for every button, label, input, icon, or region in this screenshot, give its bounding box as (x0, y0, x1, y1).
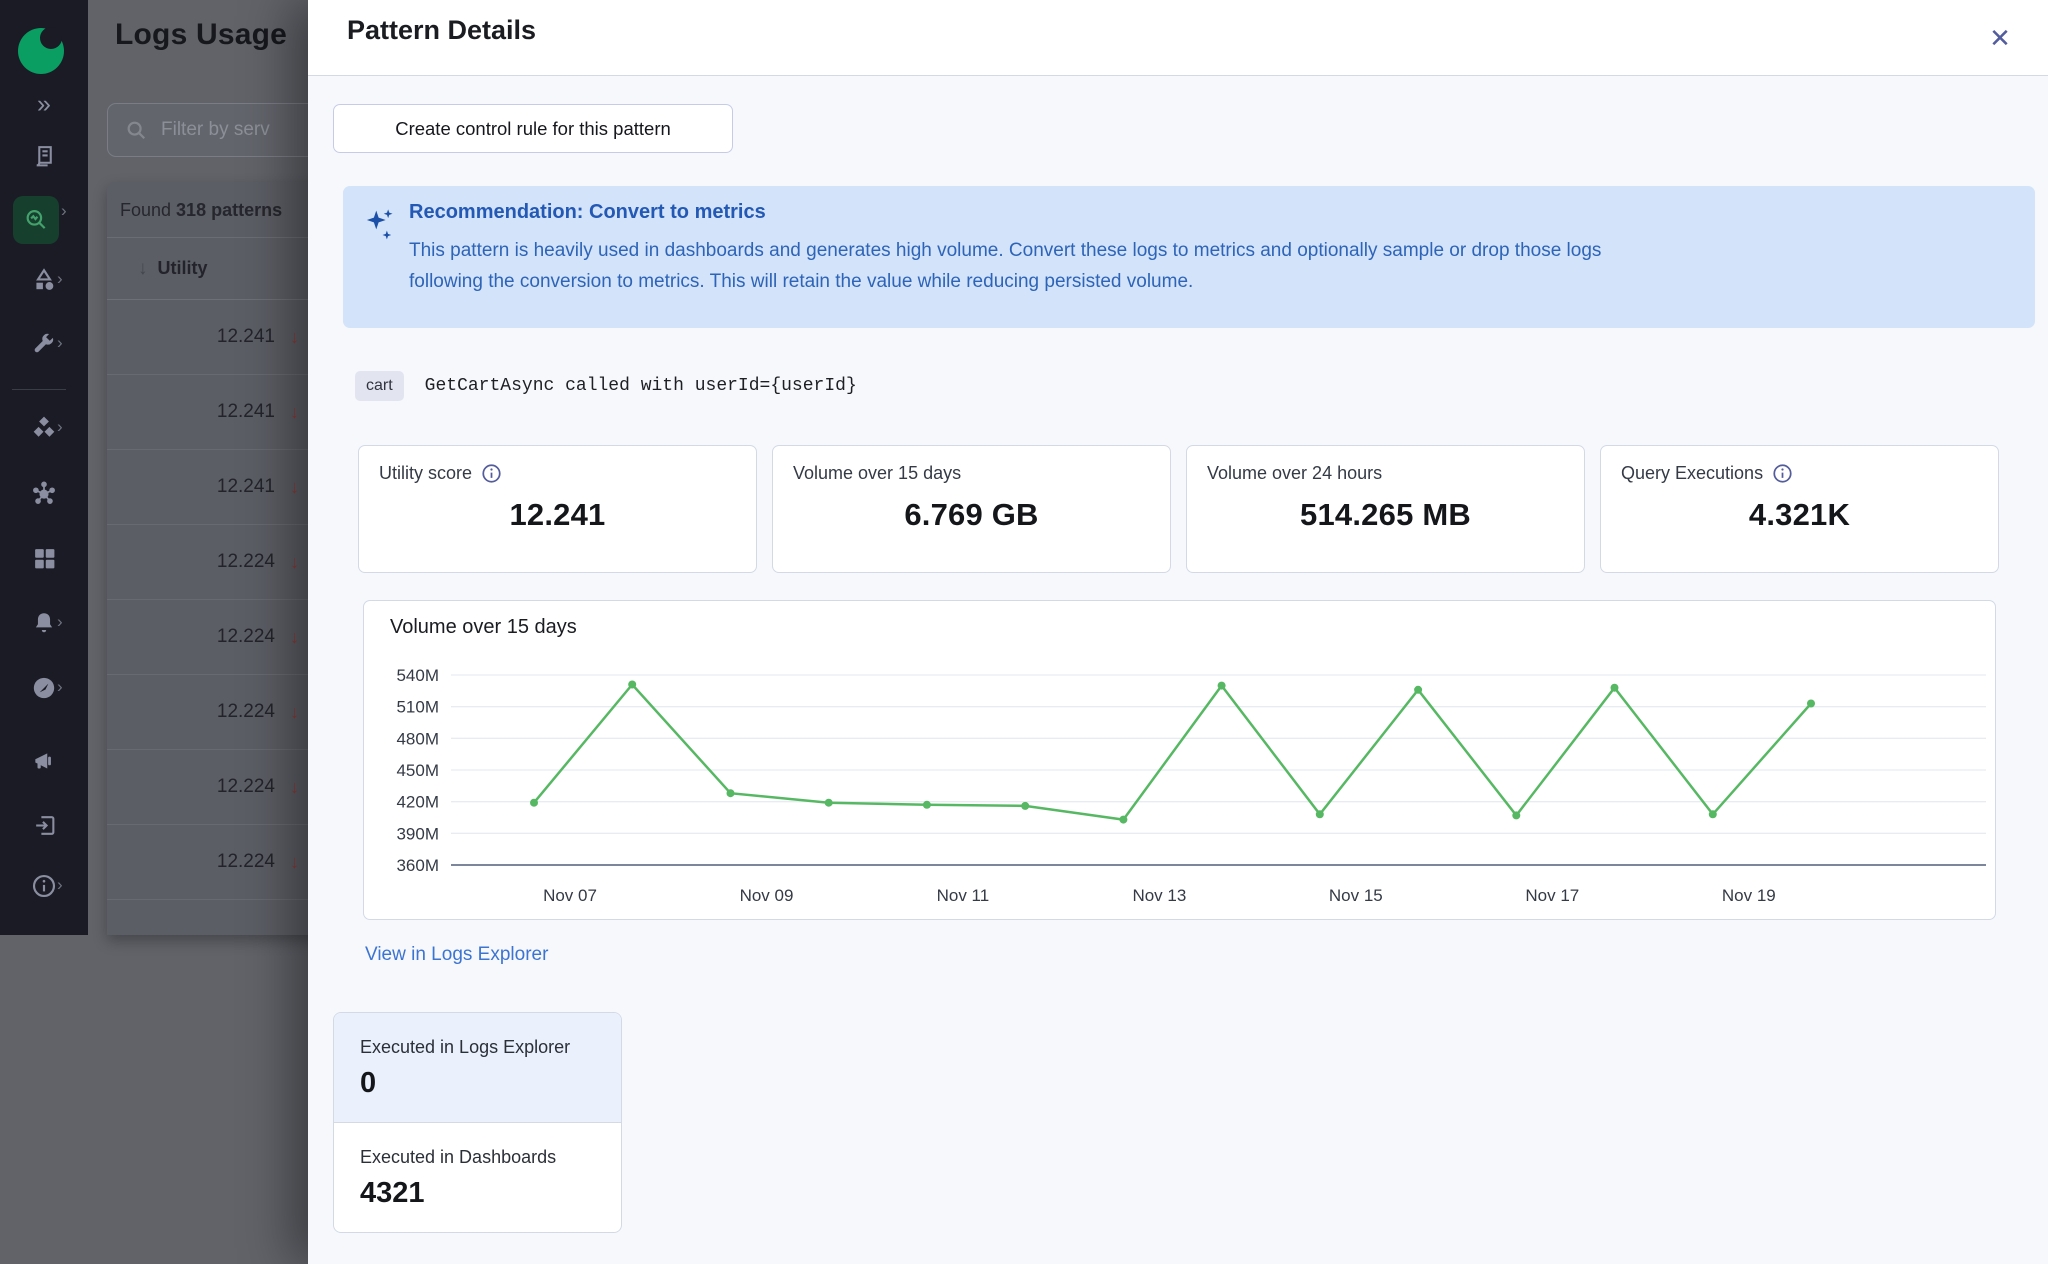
pattern-details-flyout: Pattern Details ✕ Create control rule fo… (308, 0, 2048, 1264)
svg-text:Nov 15: Nov 15 (1329, 886, 1383, 905)
chevron-right-icon: › (57, 269, 63, 289)
logs-icon (35, 145, 52, 166)
exec-value: 0 (360, 1067, 377, 1099)
svg-text:Nov 07: Nov 07 (543, 886, 597, 905)
megaphone-icon (35, 753, 51, 769)
screen: » › › › › › › › Logs Usage Filter by ser… (0, 0, 2048, 1264)
trend-down-icon: ↓ (290, 701, 299, 722)
info-circle-icon[interactable] (1772, 463, 1793, 484)
sidebar-item-integrations[interactable]: › (0, 406, 88, 450)
recommendation-callout: Recommendation: Convert to metrics This … (343, 186, 2035, 328)
recommendation-title: Recommendation: Convert to metrics (409, 201, 766, 223)
recommendation-body: This pattern is heavily used in dashboar… (409, 240, 1602, 292)
sidebar-item-observability[interactable]: › (0, 666, 88, 710)
volume-chart-card: 540M 510M 480M 450M 420M 390M 360M Nov 07 Nov 09… (363, 600, 1996, 920)
exec-label: Executed in Logs Explorer (360, 1037, 571, 1057)
bell-icon (35, 613, 53, 633)
stat-card-volume-15-days: Volume over 15 days 6.769 GB (772, 445, 1171, 573)
trend-down-icon: ↓ (290, 401, 299, 422)
sidebar-item-graph[interactable] (0, 471, 88, 515)
chevron-right-icon: › (57, 612, 63, 632)
svg-text:Nov 09: Nov 09 (740, 886, 794, 905)
svg-text:450M: 450M (396, 761, 439, 780)
view-in-logs-explorer-link[interactable]: View in Logs Explorer (365, 944, 548, 966)
executed-in-logs-explorer-cell[interactable]: Executed in Logs Explorer 0 (334, 1013, 621, 1122)
network-icon (33, 481, 55, 504)
chevron-right-icon: › (57, 875, 63, 895)
trend-down-icon: ↓ (290, 626, 299, 647)
page-title: Logs Usage (115, 18, 288, 51)
sidebar-item-logs[interactable] (0, 134, 88, 178)
pattern-analysis-icon (26, 210, 46, 229)
double-chevron-right-icon: » (37, 89, 51, 118)
pattern-row: cart GetCartAsync called with userId={us… (355, 371, 857, 401)
app-logo-icon[interactable] (17, 27, 65, 80)
trend-down-icon: ↓ (290, 476, 299, 497)
stat-value: 514.265 MB (1300, 497, 1471, 532)
sparkles-icon (366, 209, 393, 240)
svg-text:510M: 510M (396, 698, 439, 717)
sidebar-item-dev-tools[interactable]: › (0, 322, 88, 366)
svg-text:Nov 19: Nov 19 (1722, 886, 1776, 905)
volume-line-chart: 540M 510M 480M 450M 420M 390M 360M Nov 07 Nov 09… (396, 666, 1986, 905)
chevron-right-icon: › (57, 417, 63, 437)
chart-title: Volume over 15 days (390, 616, 577, 638)
chevron-right-icon: › (57, 333, 63, 353)
trend-down-icon: ↓ (290, 851, 299, 872)
wrench-icon (34, 333, 54, 353)
search-icon (127, 121, 146, 140)
svg-text:420M: 420M (396, 793, 439, 812)
sidebar-item-alerts[interactable]: › (0, 601, 88, 645)
sidebar-item-exit[interactable] (0, 803, 88, 847)
close-icon[interactable]: ✕ (1978, 16, 2022, 60)
info-circle-icon[interactable] (481, 463, 502, 484)
sort-arrow-down-icon: ↓ (138, 257, 148, 279)
sidebar-item-announcements[interactable] (0, 740, 88, 784)
executed-in-dashboards-cell[interactable]: Executed in Dashboards 4321 (334, 1122, 621, 1232)
exec-value: 4321 (360, 1177, 425, 1209)
executions-card: Executed in Logs Explorer 0 Executed in … (333, 1012, 622, 1233)
svg-text:Nov 17: Nov 17 (1525, 886, 1579, 905)
trend-down-icon: ↓ (290, 326, 299, 347)
create-control-rule-button[interactable]: Create control rule for this pattern (333, 104, 733, 153)
compass-icon (33, 677, 55, 699)
sidebar-item-dashboards[interactable] (0, 536, 88, 580)
stat-card-utility-score: Utility score 12.241 (358, 445, 757, 573)
stats-row: Utility score 12.241 Volume over 15 days… (358, 445, 2008, 573)
stat-value: 6.769 GB (904, 497, 1039, 532)
stat-card-query-executions: Query Executions 4.321K (1600, 445, 1999, 573)
grid-icon (34, 548, 54, 568)
pattern-text: GetCartAsync called with userId={userId} (424, 376, 857, 396)
shapes-icon (36, 268, 54, 290)
svg-text:390M: 390M (396, 824, 439, 843)
stat-card-volume-24-hours: Volume over 24 hours 514.265 MB (1186, 445, 1585, 573)
sidebar-item-info[interactable]: › (0, 864, 88, 908)
svg-text:Nov 11: Nov 11 (937, 886, 990, 905)
sidebar-expand-button[interactable]: » (0, 82, 88, 126)
flyout-header: Pattern Details ✕ (308, 0, 2048, 76)
sidebar-divider (12, 389, 66, 390)
sidebar-item-log-pattern-analysis[interactable] (13, 196, 59, 244)
trend-down-icon: ↓ (290, 551, 299, 572)
sidebar-item-visualizations[interactable]: › (0, 258, 88, 302)
stat-value: 12.241 (509, 497, 606, 532)
cubes-icon (33, 416, 55, 437)
svg-text:480M: 480M (396, 729, 439, 748)
exit-icon (35, 815, 54, 835)
svg-text:540M: 540M (396, 666, 439, 685)
exec-label: Executed in Dashboards (360, 1147, 557, 1167)
flyout-title: Pattern Details (347, 15, 537, 45)
svg-text:Nov 13: Nov 13 (1132, 886, 1186, 905)
sidebar: » › › › › › › › (0, 0, 88, 935)
stat-value: 4.321K (1748, 497, 1851, 532)
svg-text:360M: 360M (396, 856, 439, 875)
chevron-right-icon: › (57, 677, 63, 697)
trend-down-icon: ↓ (290, 776, 299, 797)
info-icon (32, 874, 56, 898)
pattern-category-badge: cart (355, 371, 404, 401)
chevron-right-icon: › (61, 201, 67, 221)
